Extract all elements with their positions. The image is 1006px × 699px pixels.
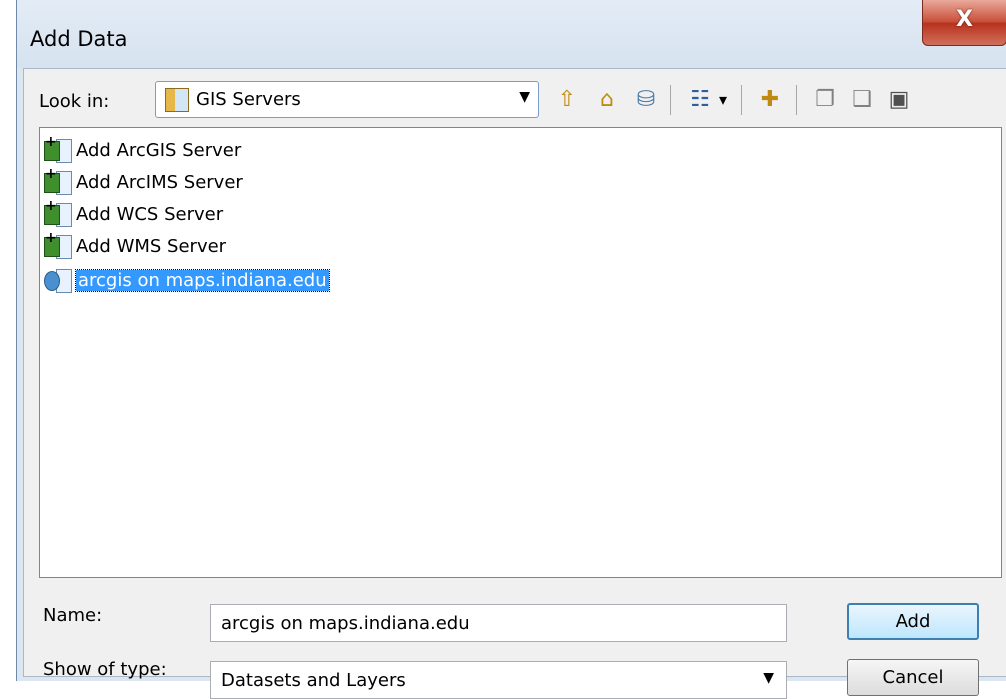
- home-icon[interactable]: ⌂: [592, 85, 622, 115]
- chevron-down-icon[interactable]: ▼: [519, 89, 530, 105]
- show-of-type-dropdown[interactable]: Datasets and Layers ▼: [210, 661, 787, 699]
- new-database-icon[interactable]: ❑: [847, 85, 877, 115]
- name-input[interactable]: [210, 604, 787, 642]
- look-in-dropdown[interactable]: GIS Servers ▼: [155, 81, 539, 118]
- file-list[interactable]: + Add ArcGIS Server + Add ArcIMS Server …: [39, 127, 1002, 578]
- list-item[interactable]: + Add ArcGIS Server: [44, 134, 242, 164]
- look-in-value: GIS Servers: [196, 89, 301, 110]
- add-button[interactable]: Add: [847, 603, 979, 640]
- add-server-icon: +: [44, 166, 74, 195]
- add-server-icon: +: [44, 198, 74, 227]
- new-file-icon[interactable]: ❐: [810, 85, 840, 115]
- list-item-label: arcgis on maps.indiana.edu: [75, 268, 330, 292]
- look-in-label: Look in:: [39, 91, 110, 112]
- list-item-label: Add WCS Server: [76, 203, 224, 225]
- list-item-selected[interactable]: arcgis on maps.indiana.edu: [44, 266, 330, 294]
- up-one-level-icon[interactable]: ⇧: [552, 85, 582, 115]
- connect-database-icon[interactable]: ⛁: [631, 85, 661, 115]
- toolbar-separator: [741, 85, 742, 115]
- gis-servers-folder-icon: [165, 88, 189, 112]
- name-label: Name:: [43, 605, 103, 626]
- toolbar-separator: [796, 85, 797, 115]
- new-folder-icon[interactable]: ✚: [755, 85, 785, 115]
- title-bar[interactable]: Add Data X: [17, 0, 1006, 68]
- close-button[interactable]: X: [922, 0, 1006, 46]
- dialog-body: Look in: GIS Servers ▼ ⇧ ⌂ ⛁ ☷ ▾ ✚ ❐ ❑ ▣…: [23, 68, 1006, 699]
- list-item[interactable]: + Add WMS Server: [44, 230, 227, 260]
- toolbox-icon[interactable]: ▣: [884, 85, 914, 115]
- show-of-type-label: Show of type:: [43, 659, 167, 680]
- cancel-button[interactable]: Cancel: [847, 659, 979, 696]
- add-data-dialog: Add Data X Look in: GIS Servers ▼ ⇧ ⌂ ⛁ …: [16, 0, 1006, 699]
- list-item-label: Add WMS Server: [76, 235, 227, 257]
- list-item-label: Add ArcGIS Server: [76, 139, 242, 161]
- view-dropdown-icon[interactable]: ▾: [714, 85, 732, 115]
- view-list-icon[interactable]: ☷: [685, 85, 715, 115]
- add-server-icon: +: [44, 230, 74, 259]
- dialog-title: Add Data: [30, 27, 128, 51]
- server-connection-icon: [44, 267, 74, 293]
- toolbar-separator: [670, 85, 671, 115]
- list-item-label: Add ArcIMS Server: [76, 171, 243, 193]
- add-server-icon: +: [44, 134, 74, 163]
- list-item[interactable]: + Add WCS Server: [44, 198, 224, 228]
- chevron-down-icon[interactable]: ▼: [763, 670, 774, 686]
- list-item[interactable]: + Add ArcIMS Server: [44, 166, 243, 196]
